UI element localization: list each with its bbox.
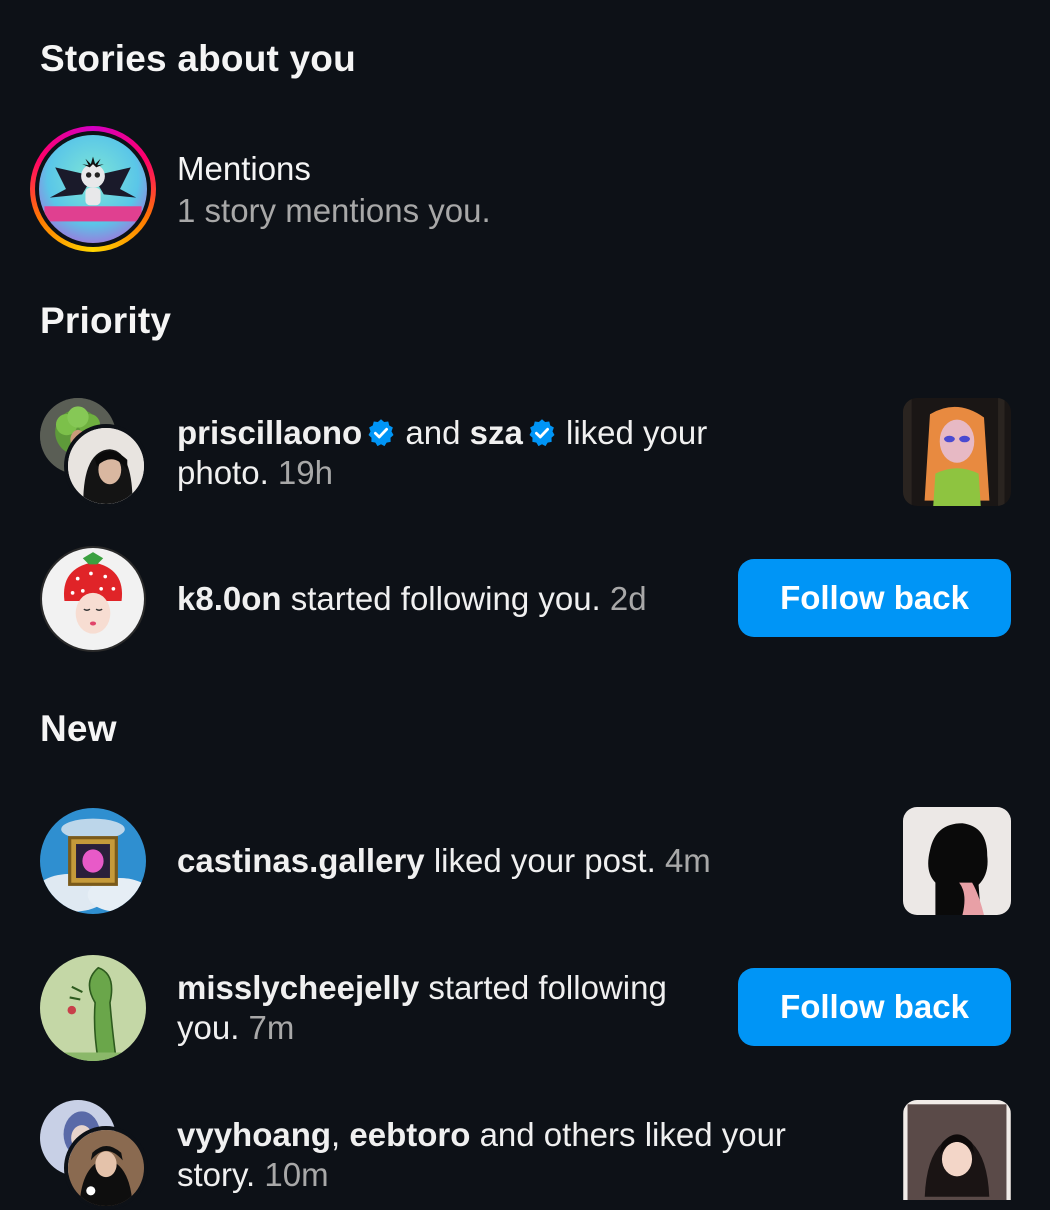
section-title-new: New — [40, 708, 117, 749]
follow-back-button[interactable]: Follow back — [738, 968, 1011, 1046]
avatar-k8-0on[interactable] — [40, 546, 146, 652]
username-eebtoro[interactable]: eebtoro — [349, 1116, 470, 1153]
k8-0on-avatar-image — [42, 548, 144, 650]
post-thumbnail-image — [903, 398, 1011, 506]
castinas-gallery-avatar-image — [40, 808, 146, 914]
notification-text-priscillaono-sza: priscillaono and sza liked your photo. 1… — [177, 413, 877, 493]
verified-badge-icon — [368, 419, 394, 447]
comma-separator: , — [331, 1116, 341, 1153]
misslycheejelly-avatar-image — [40, 955, 146, 1061]
notification-text-castinas-gallery: castinas.gallery liked your post. 4m — [177, 841, 877, 881]
timestamp: 4m — [664, 842, 711, 879]
post-thumbnail[interactable] — [903, 398, 1011, 506]
avatar-misslycheejelly[interactable] — [40, 955, 146, 1061]
avatar-castinas-gallery[interactable] — [40, 808, 146, 914]
story-thumbnail-image — [903, 1100, 1011, 1200]
section-title-priority: Priority — [40, 300, 172, 341]
username-vyyhoang[interactable]: vyyhoang — [177, 1116, 331, 1153]
action-text-cont: photo. — [177, 454, 269, 491]
timestamp: 10m — [264, 1156, 329, 1193]
avatar-sza[interactable] — [64, 424, 148, 508]
post-thumbnail-image — [903, 807, 1011, 915]
username-priscillaono[interactable]: priscillaono — [177, 414, 362, 451]
action-text: started following you. — [290, 580, 601, 617]
username-castinas-gallery[interactable]: castinas.gallery — [177, 842, 425, 879]
mentions-story-avatar[interactable] — [30, 126, 156, 252]
section-title-stories: Stories about you — [40, 38, 356, 79]
conjunction-text: and — [405, 414, 461, 451]
action-text: liked your — [566, 414, 708, 451]
username-k8-0on[interactable]: k8.0on — [177, 580, 282, 617]
mentions-avatar-image — [39, 135, 147, 243]
timestamp: 19h — [277, 454, 333, 491]
sza-avatar-image — [68, 428, 144, 504]
notification-text-vyyhoang-eebtoro: vyyhoang, eebtoro and others liked your … — [177, 1115, 877, 1195]
username-misslycheejelly[interactable]: misslycheejelly — [177, 969, 419, 1006]
username-sza[interactable]: sza — [470, 414, 523, 451]
action-text-cont: story. — [177, 1156, 256, 1193]
post-thumbnail[interactable] — [903, 807, 1011, 915]
notification-text-k8-0on: k8.0on started following you. 2d — [177, 579, 717, 619]
mentions-subtitle: 1 story mentions you. — [177, 192, 491, 229]
eebtoro-avatar-image — [68, 1130, 144, 1206]
follow-back-button[interactable]: Follow back — [738, 559, 1011, 637]
action-text-cont: you. — [177, 1009, 240, 1046]
timestamp: 2d — [609, 580, 647, 617]
notification-text-misslycheejelly: misslycheejelly started following you. 7… — [177, 968, 717, 1048]
action-text: and others liked your — [479, 1116, 786, 1153]
mentions-title: Mentions — [177, 150, 311, 187]
action-text: started following — [428, 969, 667, 1006]
verified-badge-icon — [529, 419, 555, 447]
story-thumbnail[interactable] — [903, 1100, 1011, 1200]
action-text: liked your post. — [433, 842, 656, 879]
timestamp: 7m — [248, 1009, 295, 1046]
avatar-eebtoro[interactable] — [64, 1126, 148, 1210]
